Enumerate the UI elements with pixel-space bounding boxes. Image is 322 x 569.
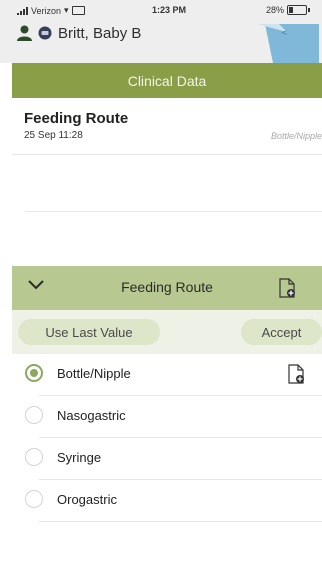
option-label: Orogastric: [57, 492, 117, 507]
svg-text:<: <: [281, 28, 288, 37]
back-tab-icon[interactable]: <: [257, 24, 319, 63]
status-bar: Verizon ▾ 1:23 PM 28%: [0, 4, 322, 18]
option-label: Nasogastric: [57, 408, 126, 423]
radio-button-selected[interactable]: [25, 364, 43, 382]
patient-name: Britt, Baby B: [58, 24, 142, 42]
battery-indicator: 28%: [266, 5, 310, 15]
radio-button[interactable]: [25, 406, 43, 424]
section-header[interactable]: Feeding Route: [12, 266, 322, 310]
option-label: Syringe: [57, 450, 102, 465]
history-divider: [12, 154, 322, 155]
page-title-bar: Clinical Data: [12, 63, 322, 98]
carrier-label: Verizon: [31, 5, 62, 16]
clock: 1:23 PM: [152, 5, 187, 15]
option-label: Bottle/Nipple: [57, 366, 131, 381]
patient-status-icon: [38, 26, 52, 40]
page-title: Clinical Data: [127, 72, 207, 89]
history-value: Bottle/Nipple: [270, 131, 322, 141]
section-title: Feeding Route: [121, 279, 213, 295]
accept-button[interactable]: Accept: [241, 319, 322, 345]
add-document-icon[interactable]: [288, 364, 305, 384]
option-bottle-nipple[interactable]: Bottle/Nipple: [12, 354, 322, 396]
battery-icon: [287, 5, 307, 15]
option-divider: [39, 521, 322, 522]
use-last-value-button[interactable]: Use Last Value: [18, 319, 160, 345]
wifi-icon: ▾: [64, 5, 69, 15]
history-divider: [25, 211, 322, 212]
history-panel: Feeding Route 25 Sep 11:28 Bottle/Nipple: [12, 98, 322, 266]
carrier-indicator: Verizon ▾: [17, 5, 85, 16]
option-syringe[interactable]: Syringe: [12, 438, 322, 480]
vpn-icon: [71, 6, 85, 15]
action-bar: Use Last Value Accept: [12, 310, 322, 354]
person-icon: [17, 25, 32, 41]
battery-tip: [308, 8, 310, 12]
battery-label: 28%: [265, 5, 284, 15]
option-nasogastric[interactable]: Nasogastric: [12, 396, 322, 438]
radio-button[interactable]: [25, 490, 43, 508]
history-date: 25 Sep 11:28: [24, 130, 83, 141]
option-orogastric[interactable]: Orogastric: [12, 480, 322, 522]
history-title: Feeding Route: [24, 110, 129, 127]
top-header: Verizon ▾ 1:23 PM 28% Britt, Baby B <: [0, 0, 322, 63]
signal-icon: [17, 6, 28, 15]
add-document-icon[interactable]: [279, 278, 296, 298]
radio-button[interactable]: [25, 448, 43, 466]
app-screen: Verizon ▾ 1:23 PM 28% Britt, Baby B < Cl…: [0, 0, 322, 569]
patient-header[interactable]: Britt, Baby B: [17, 22, 141, 44]
